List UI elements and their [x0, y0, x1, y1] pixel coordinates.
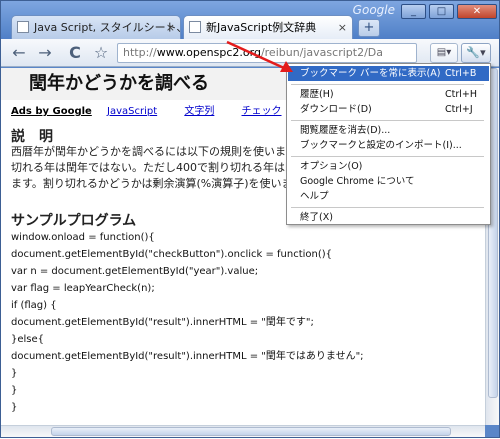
forward-button[interactable]: →: [35, 43, 55, 63]
menu-item-options[interactable]: オプション(O): [288, 159, 489, 174]
menu-separator: [291, 84, 484, 85]
minimize-button[interactable]: _: [401, 4, 426, 19]
menu-item-clear-history[interactable]: 閲覧履歴を消去(D)...: [288, 123, 489, 138]
browser-window: Google _ □ ✕ Java Script, スタイルシート、 × 新Ja…: [0, 0, 500, 438]
menu-item-history[interactable]: 履歴(H) Ctrl+H: [288, 87, 489, 102]
menu-item-shortcut: Ctrl+B: [445, 68, 477, 79]
code-line: }: [11, 402, 18, 413]
horizontal-scrollbar[interactable]: [1, 425, 485, 437]
code-line: window.onload = function(){: [11, 232, 155, 243]
address-bar[interactable]: http://www.openspc2.org/reibun/javascrip…: [117, 43, 417, 63]
code-line: if (flag) {: [11, 300, 57, 311]
menu-item-label: 履歴(H): [300, 89, 334, 100]
sample-program-title: サンプルプログラム: [11, 213, 137, 229]
page-menu-button[interactable]: ▤▾: [430, 43, 458, 63]
horizontal-scroll-thumb[interactable]: [51, 427, 451, 436]
close-tab-icon[interactable]: ×: [338, 16, 347, 39]
tab-javascript-stylesheet[interactable]: Java Script, スタイルシート、 ×: [11, 15, 181, 39]
menu-item-shortcut: Ctrl+J: [445, 104, 473, 115]
code-line: var flag = leapYearCheck(n);: [11, 283, 155, 294]
menu-item-help[interactable]: ヘルプ: [288, 189, 489, 204]
menu-item-downloads[interactable]: ダウンロード(D) Ctrl+J: [288, 102, 489, 117]
tab-title: Java Script, スタイルシート、: [34, 21, 181, 34]
wrench-dropdown-menu: ブックマーク バーを常に表示(A) Ctrl+B 履歴(H) Ctrl+H ダウ…: [286, 63, 491, 225]
menu-item-label: 閲覧履歴を消去(D)...: [300, 125, 391, 136]
menu-item-label: ヘルプ: [300, 191, 329, 202]
url-scheme: http://: [123, 46, 157, 59]
close-tab-icon[interactable]: ×: [166, 16, 175, 39]
menu-item-import-bookmarks[interactable]: ブックマークと設定のインポート(I)...: [288, 138, 489, 153]
code-line: document.getElementById("checkButton").o…: [11, 249, 333, 260]
code-line: document.getElementById("result").innerH…: [11, 317, 314, 328]
reload-button[interactable]: C: [65, 43, 85, 63]
menu-separator: [291, 120, 484, 121]
brand-label: Google: [352, 3, 395, 17]
menu-item-label: ブックマーク バーを常に表示(A): [300, 68, 441, 79]
ad-link-check[interactable]: チェック: [242, 106, 282, 117]
code-block: window.onload = function(){ document.get…: [11, 229, 485, 416]
ads-label[interactable]: Ads by Google: [11, 106, 92, 117]
code-line: document.getElementById("result").innerH…: [11, 351, 364, 362]
description-title: 説 明: [11, 129, 53, 145]
url-path: /reibun/javascript2/Da: [260, 46, 383, 59]
menu-item-label: オプション(O): [300, 161, 363, 172]
code-line: }: [11, 368, 18, 379]
code-line: var n = document.getElementById("year").…: [11, 266, 259, 277]
menu-item-label: 終了(X): [300, 212, 333, 223]
menu-item-about-chrome[interactable]: Google Chrome について: [288, 174, 489, 189]
menu-separator: [291, 156, 484, 157]
menu-item-shortcut: Ctrl+H: [445, 89, 478, 100]
tab-title: 新JavaScript例文辞典: [206, 21, 317, 34]
menu-item-show-bookmarks-bar[interactable]: ブックマーク バーを常に表示(A) Ctrl+B: [288, 66, 489, 81]
close-window-button[interactable]: ✕: [457, 4, 497, 19]
url-host: www.openspc2.org: [156, 46, 261, 59]
bookmark-star-icon[interactable]: ☆: [91, 43, 111, 63]
tab-javascript-dictionary[interactable]: 新JavaScript例文辞典 ×: [183, 15, 353, 39]
code-line: }else{: [11, 334, 45, 345]
ad-link-strings[interactable]: 文字列: [184, 106, 214, 117]
title-bar: Google _ □ ✕ Java Script, スタイルシート、 × 新Ja…: [1, 1, 499, 39]
menu-item-label: ダウンロード(D): [300, 104, 372, 115]
new-tab-button[interactable]: +: [358, 19, 380, 37]
ad-link-javascript[interactable]: JavaScript: [107, 106, 157, 117]
maximize-button[interactable]: □: [429, 4, 454, 19]
menu-item-exit[interactable]: 終了(X): [288, 210, 489, 225]
wrench-menu-button[interactable]: 🔧▾: [461, 43, 491, 63]
menu-item-label: ブックマークと設定のインポート(I)...: [300, 140, 462, 151]
code-line: }: [11, 385, 18, 396]
menu-item-label: Google Chrome について: [300, 176, 415, 187]
menu-separator: [291, 207, 484, 208]
page-favicon-icon: [17, 21, 29, 33]
back-button[interactable]: ←: [9, 43, 29, 63]
page-favicon-icon: [189, 21, 201, 33]
